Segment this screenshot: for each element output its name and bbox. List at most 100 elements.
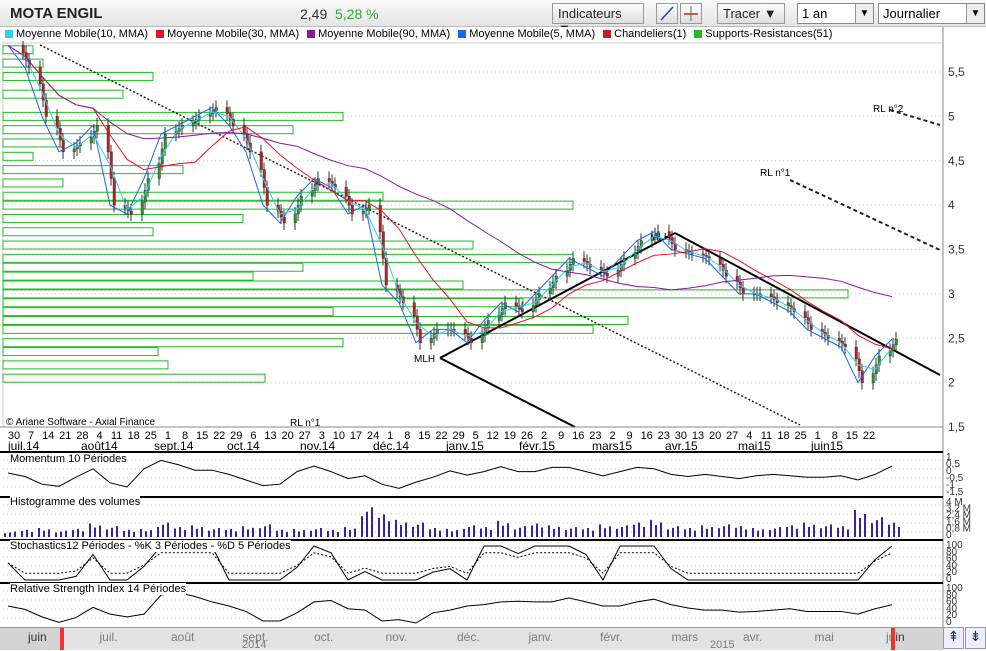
volume-bar [592,530,594,537]
volume-bar [298,531,300,537]
volume-bar [684,529,686,537]
legend-item[interactable]: Moyenne Mobile(10, MMA) [5,27,148,41]
x-month-tick: sept.14 [154,439,194,453]
x-day-tick: 20 [709,430,721,442]
x-month-tick: janv.15 [445,439,484,453]
volume-bar [140,528,142,537]
candle [435,329,439,335]
volume-bar [344,527,346,537]
volume-bar [48,529,50,537]
volume-bar [315,529,317,537]
move-up-icon[interactable]: ⇞ [943,627,964,649]
legend-item[interactable]: Moyenne Mobile(30, MMA) [156,27,299,41]
legend-swatch [307,30,316,38]
volume-bar [536,523,538,537]
price-chart[interactable]: 1,522,533,544,555,5RL n°1RL n°1RL n°2MLH… [0,0,986,627]
y-tick-label: 4 [948,198,955,212]
legend-item[interactable]: Moyenne Mobile(5, MMA) [458,27,595,41]
x-day-tick: 20 [281,430,293,442]
volume-bar [451,531,453,537]
volume-bar [133,531,135,537]
volume-bar [599,524,601,537]
x-month-tick: mars15 [592,439,632,453]
volume-bar [779,527,781,537]
x-day-tick: 22 [213,430,225,442]
volume-bar [701,525,703,537]
volume-bar [269,524,271,537]
volume-bar [524,526,526,537]
candle [21,45,25,53]
candle [480,335,484,343]
candle [531,305,535,312]
candle [418,329,422,343]
rsi-panel-title: Relative Strength Index 14 Périodes [10,583,187,595]
move-down-icon[interactable]: ⇟ [965,627,986,649]
legend-item[interactable]: Chandeliers(1) [603,27,686,41]
candle [429,338,433,343]
copyright: © Ariane Software - Axial Finance [6,417,156,428]
timeline-month: juin [28,630,47,644]
x-day-tick: 18 [128,430,140,442]
x-day-tick: 16 [572,430,584,442]
volume-bar [43,530,45,537]
candle [327,178,331,182]
volume-bar [480,528,482,537]
volume-bar [412,526,414,537]
candle [565,270,569,277]
legend-label: Moyenne Mobile(10, MMA) [16,28,149,40]
x-month-tick: févr.15 [519,439,555,453]
legend-swatch [694,30,703,38]
stochastic-d-line [7,552,893,574]
volume-bar [711,527,713,537]
candle [514,302,518,306]
volume-bar [864,514,866,537]
candle [89,136,93,144]
x-day-tick: 13 [264,430,276,442]
volume-bar [371,507,373,537]
volume-bar [242,526,244,537]
volume-bar [745,529,747,537]
candle [140,201,144,215]
volume-bar [55,532,57,537]
volume-bar [660,522,662,537]
candle [106,125,110,153]
candle [214,107,218,111]
candle [656,231,660,235]
legend-item[interactable]: Moyenne Mobile(90, MMA) [307,27,450,41]
x-day-tick: 14 [42,430,54,442]
volume-bar [881,517,883,537]
candle [894,338,898,345]
volume-bar [677,526,679,537]
volume-bar [854,510,856,537]
timeline-selection-handle[interactable] [60,628,895,650]
candle [871,373,875,383]
x-day-tick: 15 [418,430,430,442]
volume-bar [174,528,176,537]
timeline-navigator[interactable]: juin juil. août sept. oct. nov. déc. janv. févr.… [0,627,943,651]
volume-bar [123,530,125,537]
volume-bar [553,528,555,537]
x-day-tick: 12 [487,430,499,442]
volume-bar [252,527,254,537]
x-day-tick: 15 [196,430,208,442]
legend-label: Chandeliers(1) [614,28,687,40]
volume-bar [388,521,390,537]
volume-bar [145,531,147,537]
volume-bar [769,530,771,537]
candle [803,311,807,318]
volume-bar [830,524,832,537]
candle [633,252,637,259]
volume-bar [456,530,458,537]
volume-bar [439,530,441,537]
volume-bar [99,525,101,537]
candle [112,178,116,206]
candle [667,231,671,238]
volume-bar [786,527,788,537]
volume-bar [813,524,815,537]
candle [384,258,388,286]
volume-bar [259,528,261,537]
legend-item[interactable]: Supports-Resistances(51) [694,27,832,41]
volume-bar [803,522,805,537]
volume-bar [82,531,84,537]
volume-bar [728,524,730,537]
